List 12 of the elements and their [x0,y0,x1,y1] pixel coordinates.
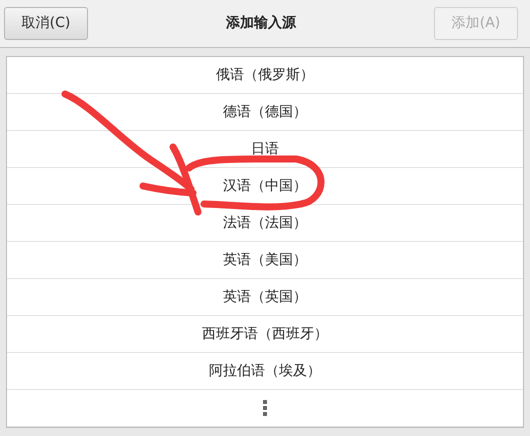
language-item[interactable]: 俄语（俄罗斯） [7,57,523,94]
language-item[interactable]: 阿拉伯语（埃及） [7,353,523,390]
more-icon [263,400,267,416]
language-item[interactable]: 德语（德国） [7,94,523,131]
language-item[interactable]: 日语 [7,131,523,168]
cancel-button[interactable]: 取消(C) [4,7,88,40]
language-item[interactable]: 英语（英国） [7,279,523,316]
language-item[interactable]: 汉语（中国） [7,168,523,205]
language-item[interactable]: 英语（美国） [7,242,523,279]
dialog-title: 添加输入源 [226,14,296,33]
language-item[interactable]: 西班牙语（西班牙） [7,316,523,353]
language-item[interactable]: 法语（法国） [7,205,523,242]
